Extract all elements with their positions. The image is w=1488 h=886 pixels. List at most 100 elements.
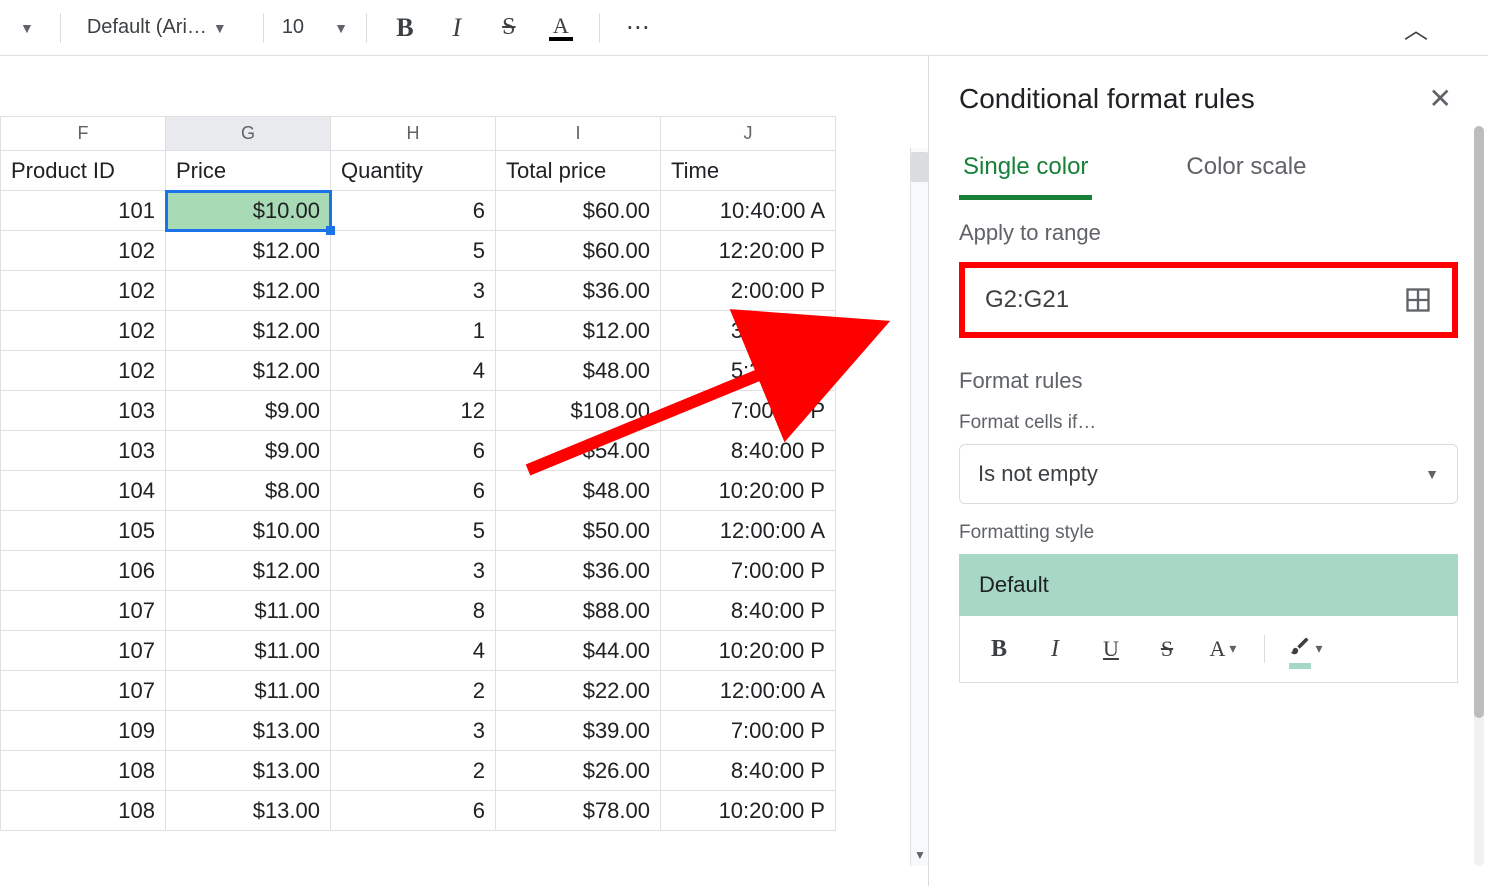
cell[interactable]: 10:20:00 P bbox=[661, 791, 836, 831]
sidebar-scrollbar[interactable] bbox=[1474, 126, 1484, 866]
cell[interactable]: 2 bbox=[331, 751, 496, 791]
cell[interactable]: 102 bbox=[1, 271, 166, 311]
scrollbar-thumb[interactable] bbox=[1474, 126, 1484, 718]
cell[interactable]: 102 bbox=[1, 351, 166, 391]
cell[interactable]: $13.00 bbox=[166, 791, 331, 831]
cell[interactable]: 8:40:00 P bbox=[661, 431, 836, 471]
cell[interactable]: $12.00 bbox=[166, 231, 331, 271]
style-bold-button[interactable]: B bbox=[980, 630, 1018, 668]
cell[interactable]: 103 bbox=[1, 391, 166, 431]
cell[interactable]: 106 bbox=[1, 551, 166, 591]
style-italic-button[interactable]: I bbox=[1036, 630, 1074, 668]
vertical-scrollbar[interactable]: ▼ bbox=[910, 148, 928, 866]
cell-header-h[interactable]: Quantity bbox=[331, 151, 496, 191]
cell[interactable]: $12.00 bbox=[496, 311, 661, 351]
cell[interactable]: $9.00 bbox=[166, 391, 331, 431]
text-color-button[interactable]: A bbox=[539, 6, 583, 50]
cell[interactable]: $50.00 bbox=[496, 511, 661, 551]
cell[interactable]: 108 bbox=[1, 751, 166, 791]
cell[interactable]: $36.00 bbox=[496, 551, 661, 591]
cell[interactable]: 6 bbox=[331, 191, 496, 231]
cell[interactable]: $9.00 bbox=[166, 431, 331, 471]
cell[interactable]: 2 bbox=[331, 671, 496, 711]
cell[interactable]: $60.00 bbox=[496, 231, 661, 271]
cell[interactable]: $12.00 bbox=[166, 271, 331, 311]
cell[interactable]: 12:20:00 P bbox=[661, 231, 836, 271]
font-family-select[interactable]: Default (Ari… ▼ bbox=[77, 10, 247, 45]
style-strikethrough-button[interactable]: S bbox=[1148, 630, 1186, 668]
cell[interactable]: 101 bbox=[1, 191, 166, 231]
cell[interactable]: 4 bbox=[331, 631, 496, 671]
cell[interactable]: $11.00 bbox=[166, 591, 331, 631]
cell[interactable]: 8:40:00 P bbox=[661, 751, 836, 791]
cell[interactable]: 7:00:00 P bbox=[661, 391, 836, 431]
cell[interactable]: 3 bbox=[331, 711, 496, 751]
more-button[interactable]: ⋯ bbox=[616, 6, 660, 50]
cell[interactable]: 3 bbox=[331, 551, 496, 591]
column-header-g[interactable]: G bbox=[166, 117, 331, 151]
cell[interactable]: 8 bbox=[331, 591, 496, 631]
cell[interactable]: 103 bbox=[1, 431, 166, 471]
style-fill-color-button[interactable]: ▾ bbox=[1287, 630, 1325, 668]
bold-button[interactable]: B bbox=[383, 6, 427, 50]
column-header-i[interactable]: I bbox=[496, 117, 661, 151]
cell[interactable]: 3:40:00 P bbox=[661, 311, 836, 351]
cell[interactable]: $12.00 bbox=[166, 311, 331, 351]
cell[interactable]: 5 bbox=[331, 511, 496, 551]
scrollbar-thumb[interactable] bbox=[911, 152, 928, 182]
scroll-down-icon[interactable]: ▼ bbox=[914, 848, 926, 862]
style-text-color-button[interactable]: A▾ bbox=[1204, 630, 1242, 668]
cell[interactable]: 12:00:00 A bbox=[661, 671, 836, 711]
collapse-toolbar-button[interactable]: ︿ bbox=[1394, 6, 1438, 50]
cell[interactable]: $54.00 bbox=[496, 431, 661, 471]
cell[interactable]: 2:00:00 P bbox=[661, 271, 836, 311]
strikethrough-button[interactable]: S bbox=[487, 6, 531, 50]
cell[interactable]: 109 bbox=[1, 711, 166, 751]
cell[interactable]: 5 bbox=[331, 231, 496, 271]
cell[interactable]: $48.00 bbox=[496, 351, 661, 391]
condition-select[interactable]: Is not empty ▼ bbox=[959, 444, 1458, 504]
cell[interactable]: 8:40:00 P bbox=[661, 591, 836, 631]
cell[interactable]: $39.00 bbox=[496, 711, 661, 751]
cell[interactable]: 105 bbox=[1, 511, 166, 551]
cell[interactable]: 5:20:00 P bbox=[661, 351, 836, 391]
cell[interactable]: 12:00:00 A bbox=[661, 511, 836, 551]
tab-single-color[interactable]: Single color bbox=[959, 143, 1092, 200]
cell[interactable]: 107 bbox=[1, 591, 166, 631]
close-button[interactable]: ✕ bbox=[1423, 76, 1458, 121]
column-header-j[interactable]: J bbox=[661, 117, 836, 151]
cell[interactable]: 12 bbox=[331, 391, 496, 431]
cell[interactable]: $78.00 bbox=[496, 791, 661, 831]
cell[interactable]: $44.00 bbox=[496, 631, 661, 671]
cell[interactable]: $26.00 bbox=[496, 751, 661, 791]
cell-header-f[interactable]: Product ID bbox=[1, 151, 166, 191]
cell[interactable]: $48.00 bbox=[496, 471, 661, 511]
cell[interactable]: 10:20:00 P bbox=[661, 631, 836, 671]
cell-header-j[interactable]: Time bbox=[661, 151, 836, 191]
column-header-f[interactable]: F bbox=[1, 117, 166, 151]
cell-header-g[interactable]: Price bbox=[166, 151, 331, 191]
cell[interactable]: $88.00 bbox=[496, 591, 661, 631]
cell[interactable]: $36.00 bbox=[496, 271, 661, 311]
cell[interactable]: $11.00 bbox=[166, 671, 331, 711]
cell-header-i[interactable]: Total price bbox=[496, 151, 661, 191]
cell[interactable]: $13.00 bbox=[166, 711, 331, 751]
cell[interactable]: 6 bbox=[331, 431, 496, 471]
cell[interactable]: $12.00 bbox=[166, 351, 331, 391]
cell[interactable]: $12.00 bbox=[166, 551, 331, 591]
style-underline-button[interactable]: U bbox=[1092, 630, 1130, 668]
cell[interactable]: $11.00 bbox=[166, 631, 331, 671]
italic-button[interactable]: I bbox=[435, 6, 479, 50]
cell[interactable]: 7:00:00 P bbox=[661, 551, 836, 591]
cell[interactable]: 3 bbox=[331, 271, 496, 311]
tab-color-scale[interactable]: Color scale bbox=[1182, 143, 1310, 200]
cell[interactable]: 107 bbox=[1, 671, 166, 711]
cell[interactable]: 7:00:00 P bbox=[661, 711, 836, 751]
cell[interactable]: 104 bbox=[1, 471, 166, 511]
cell[interactable]: 108 bbox=[1, 791, 166, 831]
cell[interactable]: 10:40:00 A bbox=[661, 191, 836, 231]
toolbar-dropdown-left[interactable]: ▼ bbox=[10, 14, 44, 42]
cell[interactable]: 6 bbox=[331, 471, 496, 511]
cell[interactable]: 10:20:00 P bbox=[661, 471, 836, 511]
column-header-h[interactable]: H bbox=[331, 117, 496, 151]
